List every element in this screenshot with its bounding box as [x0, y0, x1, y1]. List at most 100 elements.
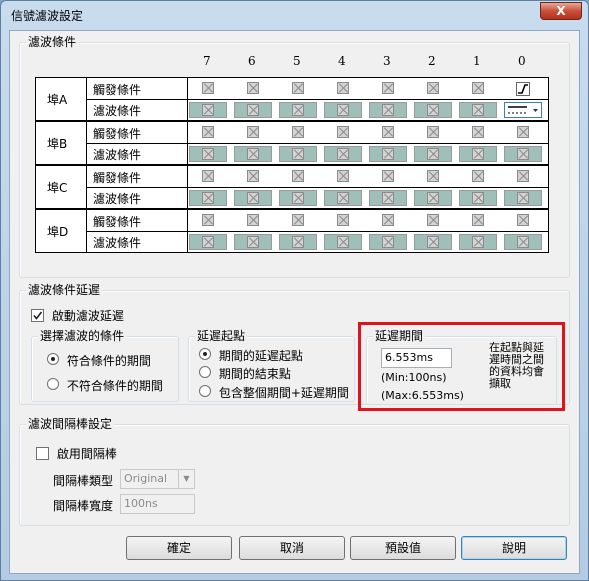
- filter-cell[interactable]: [459, 102, 497, 118]
- filter-cell[interactable]: [504, 146, 542, 162]
- radio-whole[interactable]: [199, 385, 211, 397]
- enable-delay-checkbox[interactable]: [31, 309, 44, 322]
- filter-level-select[interactable]: [504, 102, 542, 118]
- start-option-whole[interactable]: 包含整個期間+延遲期間: [199, 384, 349, 401]
- trigger-cell-icon[interactable]: [337, 126, 349, 141]
- disabled-cell-icon: [517, 192, 529, 204]
- trigger-cell-icon[interactable]: [427, 170, 439, 185]
- radio-nomatch[interactable]: [47, 378, 59, 390]
- disabled-cell-icon: [382, 236, 394, 248]
- condition-option-nomatch[interactable]: 不符合條件的期間: [47, 377, 163, 394]
- filter-cell[interactable]: [234, 234, 272, 250]
- enable-gap-checkbox[interactable]: [36, 447, 49, 460]
- filter-cell[interactable]: [234, 146, 272, 162]
- filter-cell[interactable]: [324, 234, 362, 250]
- bit-header: 1: [473, 54, 481, 68]
- trigger-cell-icon[interactable]: [247, 126, 259, 141]
- trigger-cell-icon[interactable]: [427, 214, 439, 229]
- gap-type-select[interactable]: Original ▼: [120, 469, 195, 489]
- filter-cell[interactable]: [279, 190, 317, 206]
- filter-cell[interactable]: [504, 234, 542, 250]
- disabled-cell-icon: [517, 170, 529, 182]
- trigger-cell-icon[interactable]: [517, 170, 529, 185]
- filter-cell[interactable]: [414, 146, 452, 162]
- enable-gap-row[interactable]: 啟用間隔棒: [36, 445, 117, 462]
- filter-cell[interactable]: [189, 102, 227, 118]
- close-button[interactable]: X: [540, 2, 582, 20]
- filter-cell[interactable]: [324, 146, 362, 162]
- ok-button[interactable]: 確定: [126, 536, 232, 560]
- filter-cell[interactable]: [414, 190, 452, 206]
- trigger-cell-icon[interactable]: [382, 214, 394, 229]
- filter-cell[interactable]: [369, 146, 407, 162]
- trigger-cell-icon[interactable]: [202, 214, 214, 229]
- radio-match[interactable]: [47, 353, 59, 365]
- radio-end[interactable]: [199, 366, 211, 378]
- cancel-button[interactable]: 取消: [239, 536, 345, 560]
- trigger-cell-icon[interactable]: [337, 170, 349, 185]
- trigger-cell-icon[interactable]: [427, 82, 439, 97]
- filter-cell[interactable]: [279, 146, 317, 162]
- filter-cell[interactable]: [234, 190, 272, 206]
- trigger-cell-icon[interactable]: [202, 126, 214, 141]
- trigger-cell-icon[interactable]: [292, 214, 304, 229]
- trigger-cell-icon[interactable]: [472, 82, 484, 97]
- disabled-cell-icon: [382, 104, 394, 116]
- radio-delay-start[interactable]: [199, 348, 211, 360]
- trigger-cell-icon[interactable]: [247, 82, 259, 97]
- trigger-cell-icon[interactable]: [472, 214, 484, 229]
- enable-delay-row[interactable]: 啟動濾波延遲: [31, 307, 124, 324]
- trigger-cell-icon[interactable]: [382, 126, 394, 141]
- trigger-cell-icon[interactable]: [427, 126, 439, 141]
- start-option-end[interactable]: 期間的結束點: [199, 365, 291, 382]
- filter-cell[interactable]: [369, 102, 407, 118]
- trigger-cell-icon[interactable]: [382, 82, 394, 97]
- filter-cell[interactable]: [369, 190, 407, 206]
- filter-cell[interactable]: [414, 102, 452, 118]
- trigger-cell-icon[interactable]: [247, 170, 259, 185]
- disabled-cell-icon: [247, 104, 259, 116]
- trigger-cell-icon[interactable]: [337, 214, 349, 229]
- disabled-cell-icon: [202, 148, 214, 160]
- check-icon: [33, 311, 43, 320]
- trigger-cell-icon[interactable]: [517, 214, 529, 229]
- trigger-cell-icon[interactable]: [472, 126, 484, 141]
- trigger-cell-icon[interactable]: [337, 82, 349, 97]
- trigger-cell-icon[interactable]: [202, 170, 214, 185]
- help-button[interactable]: 說明: [461, 536, 567, 560]
- trigger-cell-icon[interactable]: [247, 214, 259, 229]
- filter-cell[interactable]: [459, 146, 497, 162]
- chevron-down-icon[interactable]: ▼: [178, 470, 194, 488]
- filter-cell[interactable]: [189, 234, 227, 250]
- filter-cell[interactable]: [369, 234, 407, 250]
- title-bar: 信號濾波設定 X: [1, 1, 588, 29]
- filter-cell[interactable]: [459, 234, 497, 250]
- disabled-cell-icon: [202, 104, 214, 116]
- filter-cell[interactable]: [414, 234, 452, 250]
- filter-cell[interactable]: [189, 146, 227, 162]
- condition-option-match[interactable]: 符合條件的期間: [47, 352, 151, 369]
- filter-cell[interactable]: [279, 234, 317, 250]
- trigger-cell-icon[interactable]: [202, 82, 214, 97]
- trigger-cell-icon[interactable]: [292, 82, 304, 97]
- trigger-cell-icon[interactable]: [292, 126, 304, 141]
- filter-cell[interactable]: [234, 102, 272, 118]
- trigger-cell-icon[interactable]: [472, 170, 484, 185]
- delay-period-input[interactable]: 6.553ms: [381, 348, 452, 368]
- filter-condition-label: 濾波條件: [93, 148, 142, 162]
- bit-header: 2: [428, 54, 436, 68]
- filter-cell[interactable]: [324, 190, 362, 206]
- port-block: 埠D 觸發條件 濾波條件: [35, 209, 549, 253]
- rising-edge-trigger-icon[interactable]: [516, 82, 530, 99]
- defaults-button[interactable]: 預設值: [350, 536, 456, 560]
- trigger-cell-icon[interactable]: [292, 170, 304, 185]
- trigger-cell-icon[interactable]: [382, 170, 394, 185]
- filter-cell[interactable]: [459, 190, 497, 206]
- gap-width-input[interactable]: 100ns: [120, 494, 195, 514]
- filter-cell[interactable]: [504, 190, 542, 206]
- start-option-delay[interactable]: 期間的延遲起點: [199, 347, 303, 364]
- trigger-cell-icon[interactable]: [517, 126, 529, 141]
- filter-cell[interactable]: [324, 102, 362, 118]
- filter-cell[interactable]: [279, 102, 317, 118]
- filter-cell[interactable]: [189, 190, 227, 206]
